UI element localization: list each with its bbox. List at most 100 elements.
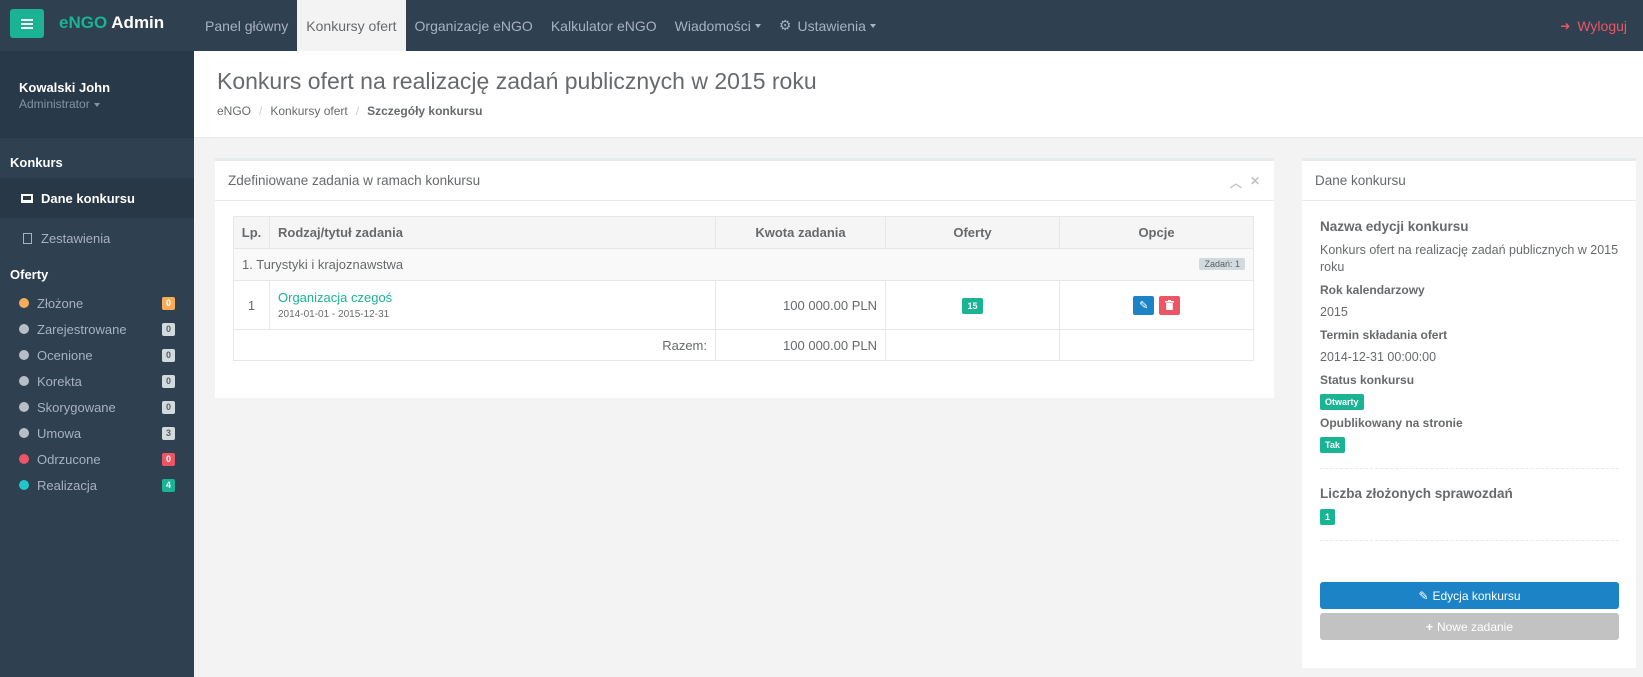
- desktop-icon: [20, 193, 34, 203]
- status-count-badge: 4: [161, 478, 175, 492]
- status-dot-icon: [19, 428, 29, 438]
- hamburger-icon: [21, 18, 33, 29]
- breadcrumb: eNGO / Konkursy ofert / Szczegóły konkur…: [217, 104, 482, 118]
- status-dot-icon: [19, 298, 29, 308]
- status-count-badge: 0: [161, 400, 175, 414]
- sum-amount: 100 000.00 PLN: [715, 329, 886, 361]
- column-header: Rodzaj/tytuł zadania: [269, 216, 716, 249]
- year-value: 2015: [1320, 305, 1348, 319]
- task-amount: 100 000.00 PLN: [715, 280, 886, 330]
- caret-down-icon: [754, 23, 761, 28]
- breadcrumb-contests[interactable]: Konkursy ofert: [270, 104, 347, 118]
- delete-task-button[interactable]: [1158, 295, 1180, 315]
- status-label: Skorygowane: [37, 399, 116, 415]
- status-label: Ocenione: [37, 347, 93, 363]
- breadcrumb-home[interactable]: eNGO: [217, 104, 251, 118]
- task-dates: 2014-01-01 - 2015-12-31: [278, 309, 390, 320]
- nav-calculator[interactable]: Kalkulator eNGO: [542, 0, 666, 51]
- nav-organizations[interactable]: Organizacje eNGO: [406, 0, 542, 51]
- sidebar-status-item[interactable]: Korekta 0: [0, 368, 194, 394]
- task-group-name: 1. Turystyki i krajoznawstwa: [242, 257, 404, 272]
- menu-toggle-button[interactable]: [10, 9, 44, 38]
- divider: [1320, 468, 1619, 469]
- details-panel-title: Dane konkursu: [1302, 161, 1636, 201]
- status-dot-icon: [19, 454, 29, 464]
- reports-count-badge: 1: [1320, 509, 1336, 525]
- top-navbar: eNGO Admin Panel główny Konkursy ofert O…: [0, 0, 1643, 51]
- user-role[interactable]: Administrator: [19, 97, 194, 111]
- page-header: Konkurs ofert na realizację zadań public…: [194, 51, 1643, 138]
- status-label: Korekta: [37, 373, 82, 389]
- column-header: Lp.: [233, 216, 270, 249]
- logout-link[interactable]: ➜ Wyloguj: [1560, 0, 1627, 51]
- published-badge: Tak: [1320, 437, 1345, 453]
- status-badge: Otwarty: [1320, 394, 1364, 410]
- column-header: Kwota zadania: [715, 216, 886, 249]
- sidebar-status-item[interactable]: Skorygowane 0: [0, 394, 194, 420]
- sidebar-item-reports[interactable]: Zestawienia: [0, 218, 194, 258]
- status-dot-icon: [19, 376, 29, 386]
- task-lp: 1: [233, 280, 270, 330]
- edit-task-button[interactable]: ✎: [1133, 295, 1155, 315]
- edit-contest-button[interactable]: ✎ Edycja konkursu: [1320, 582, 1619, 609]
- edit-icon: ✎: [1418, 588, 1429, 603]
- task-group-row: 1. Turystyki i krajoznawstwa Zadań: 1: [233, 248, 1254, 281]
- breadcrumb-current: Szczegóły konkursu: [367, 104, 483, 118]
- offer-status-list: Złożone 0 Zarejestrowane 0 Ocenione 0 Korekta 0…: [0, 290, 194, 498]
- nav-messages[interactable]: Wiadomości: [666, 0, 770, 51]
- page-title: Konkurs ofert na realizację zadań public…: [217, 68, 817, 94]
- gear-icon: ⚙: [778, 17, 792, 33]
- sign-out-icon: ➜: [1560, 18, 1571, 33]
- status-label: Umowa: [37, 425, 82, 441]
- reports-label: Liczba złożonych sprawozdań: [1320, 486, 1513, 501]
- edition-value: Konkurs ofert na realizację zadań public…: [1320, 243, 1619, 274]
- caret-down-icon: [869, 23, 876, 28]
- panel-tools: ︿ ✕: [1230, 174, 1260, 191]
- sum-row: Razem: 100 000.00 PLN: [233, 329, 1254, 361]
- table-row: 1 Organizacja czegoś 2014-01-01 - 2015-1…: [233, 280, 1254, 330]
- task-name-link[interactable]: Organizacja czegoś: [278, 290, 715, 305]
- sidebar-section-offers: Oferty: [10, 266, 49, 282]
- table-header-row: Lp. Rodzaj/tytuł zadania Kwota zadania O…: [233, 216, 1254, 249]
- sidebar-status-item[interactable]: Odrzucone 0: [0, 446, 194, 472]
- divider: [1320, 540, 1619, 541]
- status-count-badge: 3: [161, 426, 175, 440]
- deadline-value: 2014-12-31 00:00:00: [1320, 350, 1437, 364]
- new-task-button[interactable]: + Nowe zadanie: [1320, 613, 1619, 640]
- sidebar-status-item[interactable]: Ocenione 0: [0, 342, 194, 368]
- nav-dashboard[interactable]: Panel główny: [196, 0, 297, 51]
- sidebar-status-item[interactable]: Realizacja 4: [0, 472, 194, 498]
- status-label: Status konkursu: [1320, 373, 1415, 387]
- status-dot-icon: [19, 480, 29, 490]
- user-profile[interactable]: Kowalski John Administrator: [0, 51, 194, 138]
- tasks-panel: Zdefiniowane zadania w ramach konkursu ︿…: [215, 158, 1274, 398]
- sidebar-status-item[interactable]: Umowa 3: [0, 420, 194, 446]
- chevron-up-icon[interactable]: ︿: [1230, 174, 1242, 191]
- brand-logo[interactable]: eNGO Admin: [59, 13, 164, 33]
- plus-icon: +: [1425, 619, 1433, 634]
- status-count-badge: 0: [161, 374, 175, 388]
- close-icon[interactable]: ✕: [1250, 174, 1260, 191]
- contest-details-panel: Dane konkursu Nazwa edycji konkursu Konk…: [1302, 158, 1636, 668]
- caret-down-icon: [93, 102, 100, 107]
- status-count-badge: 0: [161, 452, 175, 466]
- status-count-badge: 0: [161, 322, 175, 336]
- user-name: Kowalski John: [19, 80, 111, 95]
- sidebar-status-item[interactable]: Złożone 0: [0, 290, 194, 316]
- tasks-panel-title: Zdefiniowane zadania w ramach konkursu ︿…: [215, 161, 1274, 201]
- status-label: Odrzucone: [37, 451, 101, 467]
- trash-icon: [1164, 300, 1174, 310]
- nav-settings[interactable]: ⚙ Ustawienia: [770, 0, 885, 51]
- status-label: Zarejestrowane: [37, 321, 127, 337]
- status-count-badge: 0: [161, 296, 175, 310]
- main-nav: Panel główny Konkursy ofert Organizacje …: [196, 0, 885, 51]
- sidebar-item-details[interactable]: Dane konkursu: [0, 178, 194, 218]
- edit-icon: ✎: [1139, 299, 1149, 312]
- published-label: Opublikowany na stronie: [1320, 416, 1463, 430]
- sum-label: Razem:: [233, 329, 716, 361]
- details-content: Nazwa edycji konkursu Konkurs ofert na r…: [1320, 219, 1619, 541]
- breadcrumb-separator: /: [259, 104, 263, 118]
- offers-count-badge[interactable]: 15: [962, 297, 983, 314]
- sidebar-status-item[interactable]: Zarejestrowane 0: [0, 316, 194, 342]
- nav-contests[interactable]: Konkursy ofert: [297, 0, 406, 51]
